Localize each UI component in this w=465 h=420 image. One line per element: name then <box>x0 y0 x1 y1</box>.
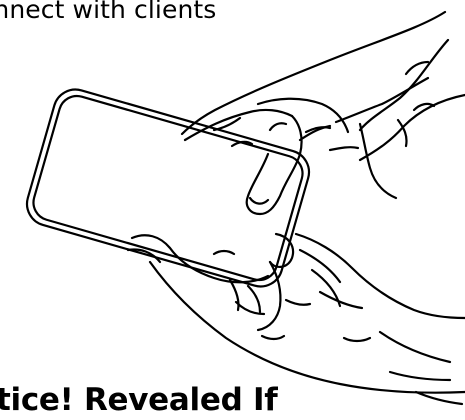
bottom-heading: tice! Revealed If <box>0 382 278 418</box>
lower-hand-outline <box>126 232 465 406</box>
hands-holding-phone-illustration <box>25 10 465 406</box>
phone-outline <box>25 88 311 288</box>
upper-hand-outline <box>180 10 465 216</box>
